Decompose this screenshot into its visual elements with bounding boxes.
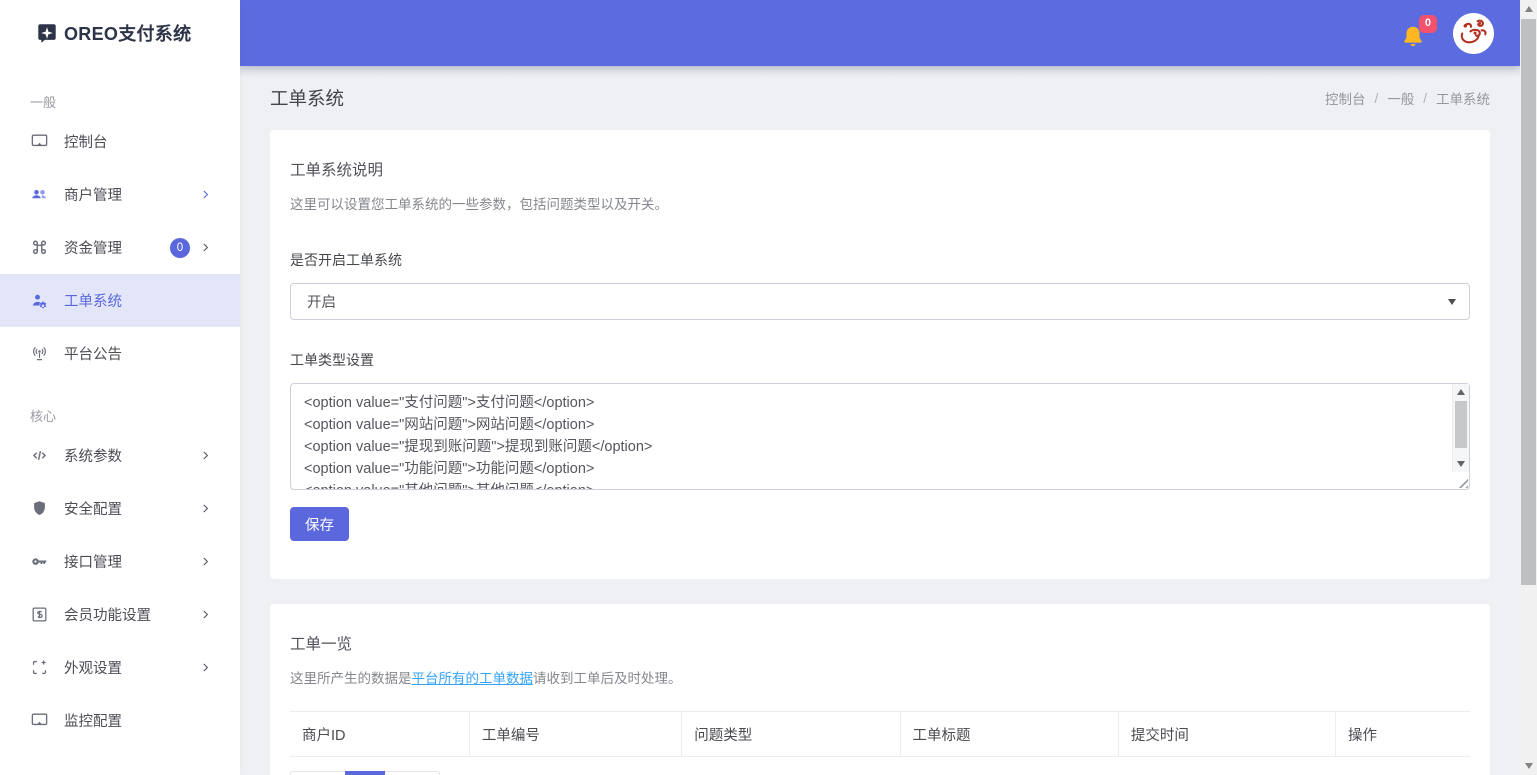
textarea-scrollbar-thumb[interactable] — [1455, 401, 1467, 448]
orders-card-description: 这里所产生的数据是平台所有的工单数据请收到工单后及时处理。 — [290, 667, 1470, 687]
sidebar-section-label: 一般 — [0, 92, 240, 111]
sidebar-item-label: 接口管理 — [64, 551, 199, 572]
settings-card: 工单系统说明 这里可以设置您工单系统的一些参数，包括问题类型以及开关。 是否开启… — [270, 130, 1490, 579]
chevron-right-icon — [199, 241, 212, 254]
breadcrumb-item[interactable]: 工单系统 — [1436, 88, 1490, 108]
chevron-right-icon — [199, 555, 212, 568]
main-content: 工单系统 控制台 / 一般 / 工单系统 工单系统说明 这里可以设置您工单系统的一些参数… — [240, 66, 1520, 775]
breadcrumb-item[interactable]: 一般 — [1387, 88, 1414, 108]
chevron-down-icon — [1448, 299, 1456, 305]
brand[interactable]: OREO支付系统 — [0, 0, 240, 66]
user-gear-icon — [30, 291, 49, 310]
scroll-down-arrow-icon[interactable] — [1457, 461, 1465, 467]
broadcast-icon — [30, 344, 49, 363]
sidebar-section-label: 核心 — [0, 406, 240, 425]
chevron-right-icon — [199, 449, 212, 462]
save-button[interactable]: 保存 — [290, 507, 349, 541]
page-head: 工单系统 控制台 / 一般 / 工单系统 — [270, 66, 1490, 130]
breadcrumb-separator: / — [1374, 91, 1378, 106]
sidebar-item-security-config[interactable]: 安全配置 — [0, 482, 240, 535]
sidebar-item-platform-announcement[interactable]: 平台公告 — [0, 327, 240, 380]
avatar[interactable] — [1453, 13, 1494, 54]
topbar: 0 — [240, 0, 1520, 66]
settings-card-title: 工单系统说明 — [290, 158, 1470, 180]
all-orders-link[interactable]: 平台所有的工单数据 — [412, 671, 534, 686]
textarea-scrollbar[interactable] — [1452, 384, 1469, 472]
chevron-right-icon — [199, 608, 212, 621]
sidebar-item-label: 会员功能设置 — [64, 604, 199, 625]
sidebar-item-member-feature-settings[interactable]: 会员功能设置 — [0, 588, 240, 641]
crop-plus-icon — [30, 658, 49, 677]
breadcrumb-item[interactable]: 控制台 — [1325, 88, 1366, 108]
orders-desc-prefix: 这里所产生的数据是 — [290, 671, 412, 686]
sidebar-item-label: 控制台 — [64, 131, 212, 152]
pagination: 首页1尾页 — [290, 771, 440, 775]
orders-column-header: 问题类型 — [682, 712, 900, 757]
pagination-button[interactable]: 首页 — [290, 771, 346, 775]
sidebar-item-label: 安全配置 — [64, 498, 199, 519]
scroll-up-arrow-icon[interactable] — [1457, 389, 1465, 395]
notifications-button[interactable]: 0 — [1399, 17, 1429, 49]
pagination-button[interactable]: 1 — [345, 771, 385, 775]
sidebar: OREO支付系统 一般 控制台 商户管理 资金管理 0 工单系统 — [0, 0, 240, 775]
settings-card-description: 这里可以设置您工单系统的一些参数，包括问题类型以及开关。 — [290, 193, 1470, 213]
sidebar-item-merchant-management[interactable]: 商户管理 — [0, 168, 240, 221]
shield-icon — [30, 499, 49, 518]
brand-logo-icon — [36, 22, 58, 44]
code-icon — [30, 446, 49, 465]
orders-column-header: 商户ID — [290, 712, 469, 757]
sidebar-item-label: 平台公告 — [64, 343, 212, 364]
sidebar-item-system-params[interactable]: 系统参数 — [0, 429, 240, 482]
breadcrumb-separator: / — [1423, 91, 1427, 106]
chevron-right-icon — [199, 661, 212, 674]
count-badge: 0 — [170, 238, 190, 258]
selected-option: 开启 — [307, 291, 336, 312]
window-scrollbar[interactable] — [1520, 0, 1537, 775]
sidebar-item-label: 工单系统 — [64, 290, 212, 311]
users-icon — [30, 185, 49, 204]
window-scrollbar-thumb[interactable] — [1521, 19, 1536, 585]
sidebar-item-work-order-system[interactable]: 工单系统 — [0, 274, 240, 327]
scrollbar-up-arrow-icon[interactable] — [1525, 6, 1533, 12]
orders-card-title: 工单一览 — [290, 632, 1470, 654]
orders-table: 商户ID工单编号问题类型工单标题提交时间操作 — [290, 711, 1470, 757]
workorder-types-label: 工单类型设置 — [290, 350, 1470, 370]
workorder-enabled-select[interactable]: 开启 — [290, 283, 1470, 320]
chevron-right-icon — [199, 502, 212, 515]
chevron-right-icon — [199, 188, 212, 201]
monitor-icon — [30, 132, 49, 151]
orders-column-header: 工单编号 — [469, 712, 681, 757]
sidebar-item-label: 资金管理 — [64, 237, 170, 258]
page-title: 工单系统 — [270, 85, 344, 111]
brand-title: OREO支付系统 — [64, 20, 191, 46]
sidebar-item-label: 外观设置 — [64, 657, 199, 678]
orders-desc-suffix: 请收到工单后及时处理。 — [533, 671, 682, 686]
dollar-square-icon — [30, 605, 49, 624]
command-icon — [30, 238, 49, 257]
pagination-button[interactable]: 尾页 — [384, 771, 440, 775]
breadcrumb: 控制台 / 一般 / 工单系统 — [1325, 88, 1490, 108]
orders-column-header: 工单标题 — [900, 712, 1118, 757]
sidebar-item-appearance-settings[interactable]: 外观设置 — [0, 641, 240, 694]
sidebar-item-label: 系统参数 — [64, 445, 199, 466]
workorder-types-field: <option value="支付问题">支付问题</option> <opti… — [290, 383, 1470, 490]
workorder-types-textarea[interactable]: <option value="支付问题">支付问题</option> <opti… — [290, 383, 1470, 490]
sidebar-item-label: 监控配置 — [64, 710, 212, 731]
key-icon — [30, 552, 49, 571]
sidebar-item-api-management[interactable]: 接口管理 — [0, 535, 240, 588]
scrollbar-down-arrow-icon[interactable] — [1525, 763, 1533, 769]
sidebar-item-label: 商户管理 — [64, 184, 199, 205]
orders-table-header-row: 商户ID工单编号问题类型工单标题提交时间操作 — [290, 712, 1470, 757]
workorder-toggle-label: 是否开启工单系统 — [290, 250, 1470, 270]
sidebar-item-console[interactable]: 控制台 — [0, 115, 240, 168]
orders-column-header: 提交时间 — [1118, 712, 1335, 757]
orders-card: 工单一览 这里所产生的数据是平台所有的工单数据请收到工单后及时处理。 商户ID工… — [270, 604, 1490, 775]
orders-column-header: 操作 — [1335, 712, 1470, 757]
sidebar-item-funds-management[interactable]: 资金管理 0 — [0, 221, 240, 274]
notification-badge: 0 — [1419, 15, 1437, 33]
monitor-icon — [30, 711, 49, 730]
sidebar-item-monitoring-config[interactable]: 监控配置 — [0, 694, 240, 747]
sidebar-nav: 一般 控制台 商户管理 资金管理 0 工单系统 平台公告 — [0, 92, 240, 747]
